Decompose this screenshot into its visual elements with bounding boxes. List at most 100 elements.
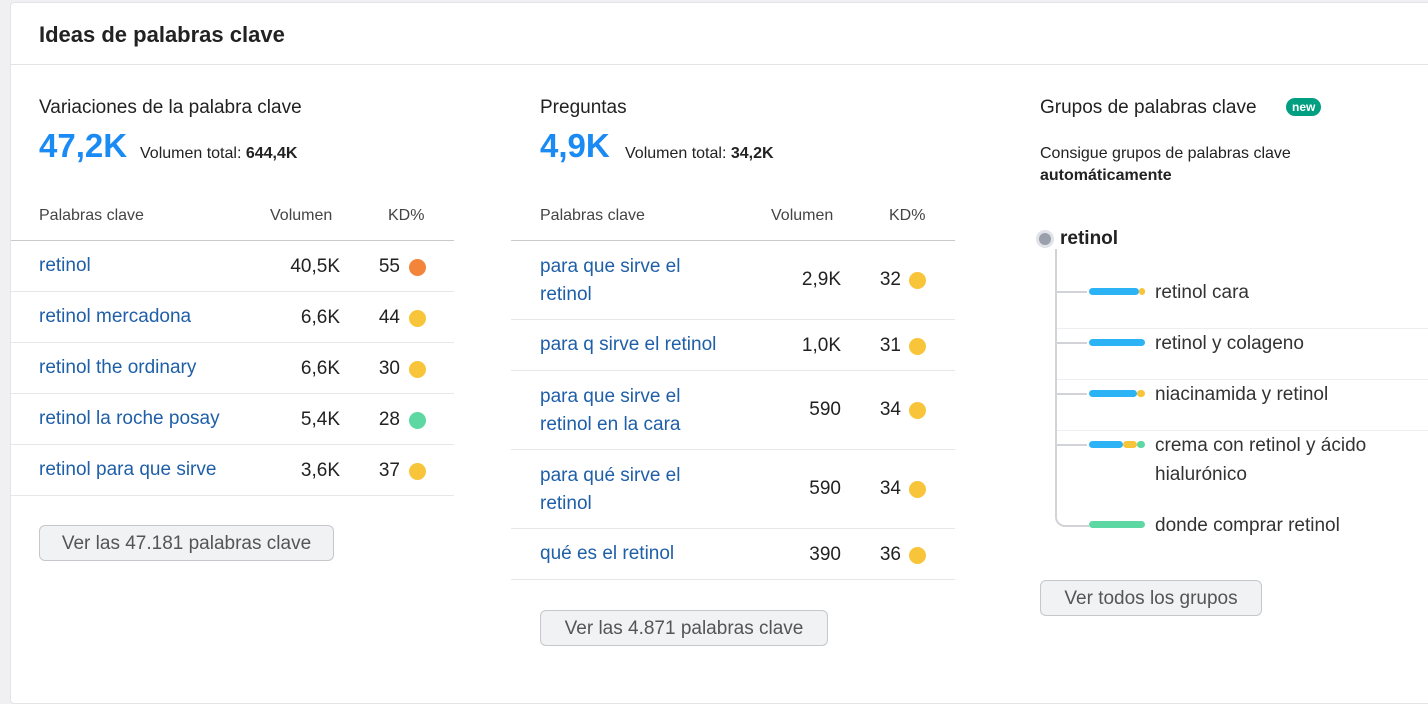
root-node-icon — [1039, 233, 1051, 245]
variations-table-header: Palabras clave Volumen KD% — [11, 202, 454, 241]
questions-total-value: 34,2K — [730, 145, 774, 162]
volume-value: 40,5K — [290, 256, 340, 277]
variations-count[interactable]: 47,2K — [39, 127, 127, 165]
tree-branch — [1057, 444, 1087, 446]
group-label-line: crema con retinol y ácido — [1155, 435, 1367, 456]
table-row: qué es el retinol 390 36 — [511, 529, 955, 580]
variations-total-label: Volumen total: — [140, 145, 242, 162]
kd-indicator — [409, 463, 426, 480]
keyword-line: para q sirve el retinol — [540, 334, 717, 355]
kd-value: 36 — [879, 544, 901, 565]
keyword-link[interactable]: para que sirve el retinol en la cara — [540, 383, 680, 439]
tree-branch — [1055, 511, 1089, 527]
col-volume-header[interactable]: Volumen — [771, 207, 833, 225]
questions-count[interactable]: 4,9K — [540, 127, 610, 165]
table-row: para que sirve el retinol en la cara 590… — [511, 371, 955, 450]
kd-value: 34 — [879, 478, 901, 499]
keyword-link[interactable]: retinol — [39, 252, 91, 280]
col-kd-header[interactable]: KD% — [388, 207, 424, 225]
variations-total: Volumen total: 644,4K — [140, 145, 297, 163]
volume-value: 2,9K — [801, 269, 841, 290]
volume-value: 6,6K — [300, 358, 340, 379]
group-item[interactable]: niacinamida y retinol — [1057, 380, 1428, 431]
variations-title: Variaciones de la palabra clave — [39, 97, 302, 118]
keyword-ideas-card: Ideas de palabras clave Variaciones de l… — [10, 2, 1428, 704]
volume-value: 1,0K — [801, 335, 841, 356]
keyword-line: retinol — [540, 493, 592, 514]
keyword-link[interactable]: retinol la roche posay — [39, 405, 220, 433]
keyword-link[interactable]: para qué sirve el retinol — [540, 462, 680, 518]
group-bar — [1089, 339, 1145, 346]
col-kd-header[interactable]: KD% — [889, 207, 925, 225]
group-bar-segment — [1139, 288, 1145, 295]
keyword-link[interactable]: retinol the ordinary — [39, 354, 196, 382]
keyword-link[interactable]: retinol mercadona — [39, 303, 191, 331]
volume-value: 5,4K — [300, 409, 340, 430]
kd-value: 34 — [879, 399, 901, 420]
keyword-link[interactable]: retinol para que sirve — [39, 456, 216, 484]
variations-total-value: 644,4K — [245, 145, 298, 162]
keyword-link[interactable]: qué es el retinol — [540, 540, 674, 568]
view-all-groups-button[interactable]: Ver todos los grupos — [1040, 580, 1262, 616]
kd-indicator — [909, 547, 926, 564]
groups-description-emphasis: automáticamente — [1040, 167, 1172, 184]
group-bar — [1089, 441, 1123, 448]
table-row: retinol la roche posay 5,4K 28 — [11, 394, 454, 445]
keyword-line: retinol en la cara — [540, 414, 681, 435]
group-label-line: donde comprar retinol — [1155, 515, 1340, 536]
view-all-questions-button[interactable]: Ver las 4.871 palabras clave — [540, 610, 828, 646]
volume-value: 3,6K — [300, 460, 340, 481]
groups-description: Consigue grupos de palabras clave automá… — [1040, 143, 1291, 187]
col-volume-header[interactable]: Volumen — [270, 207, 332, 225]
group-item[interactable]: retinol cara — [1057, 278, 1428, 329]
groups-description-text: Consigue grupos de palabras clave — [1040, 145, 1291, 162]
groups-title: Grupos de palabras clave — [1040, 97, 1257, 118]
group-bar-segment — [1137, 390, 1145, 397]
view-all-variations-button[interactable]: Ver las 47.181 palabras clave — [39, 525, 334, 561]
card-header: Ideas de palabras clave — [11, 3, 1428, 65]
new-badge: new — [1286, 98, 1322, 116]
kd-value: 37 — [378, 460, 400, 481]
tree-branch — [1057, 393, 1087, 395]
questions-table-header: Palabras clave Volumen KD% — [511, 202, 955, 241]
kd-indicator — [909, 338, 926, 355]
kd-indicator — [909, 402, 926, 419]
keyword-link[interactable]: para q sirve el retinol — [540, 331, 716, 359]
kd-value: 31 — [879, 335, 901, 356]
table-row: para que sirve el retinol 2,9K 32 — [511, 241, 955, 320]
kd-indicator — [909, 481, 926, 498]
root-keyword[interactable]: retinol — [1060, 228, 1118, 250]
keyword-link[interactable]: para que sirve el retinol — [540, 253, 680, 309]
group-item[interactable]: donde comprar retinol — [1055, 511, 1428, 551]
kd-indicator — [409, 259, 426, 276]
volume-value: 590 — [809, 478, 841, 499]
keyword-line: para que sirve el — [540, 256, 681, 277]
kd-indicator — [409, 361, 426, 378]
kd-indicator — [409, 412, 426, 429]
table-row: para qué sirve el retinol 590 34 — [511, 450, 955, 529]
volume-value: 6,6K — [300, 307, 340, 328]
table-row: retinol mercadona 6,6K 44 — [11, 292, 454, 343]
group-label-line: retinol y colageno — [1155, 333, 1304, 354]
group-label: crema con retinol y ácido hialurónico — [1155, 431, 1366, 489]
keyword-line: qué es el retinol — [540, 543, 675, 564]
group-bar — [1089, 390, 1137, 397]
group-bar — [1089, 521, 1145, 528]
kd-indicator — [409, 310, 426, 327]
kd-value: 55 — [378, 256, 400, 277]
group-bar-segment — [1123, 441, 1137, 448]
tree-branch — [1057, 291, 1087, 293]
tree-branch — [1057, 342, 1087, 344]
table-row: retinol the ordinary 6,6K 30 — [11, 343, 454, 394]
questions-title: Preguntas — [540, 97, 627, 118]
questions-total: Volumen total: 34,2K — [625, 145, 774, 163]
keyword-line: para qué sirve el — [540, 465, 681, 486]
col-keyword-header: Palabras clave — [39, 207, 144, 224]
group-item[interactable]: crema con retinol y ácido hialurónico — [1057, 431, 1428, 511]
group-item[interactable]: retinol y colageno — [1057, 329, 1428, 380]
keyword-line: retinol — [540, 284, 592, 305]
group-label-line: hialurónico — [1155, 464, 1247, 485]
card-title: Ideas de palabras clave — [39, 22, 285, 47]
kd-value: 30 — [378, 358, 400, 379]
group-bar — [1089, 288, 1139, 295]
